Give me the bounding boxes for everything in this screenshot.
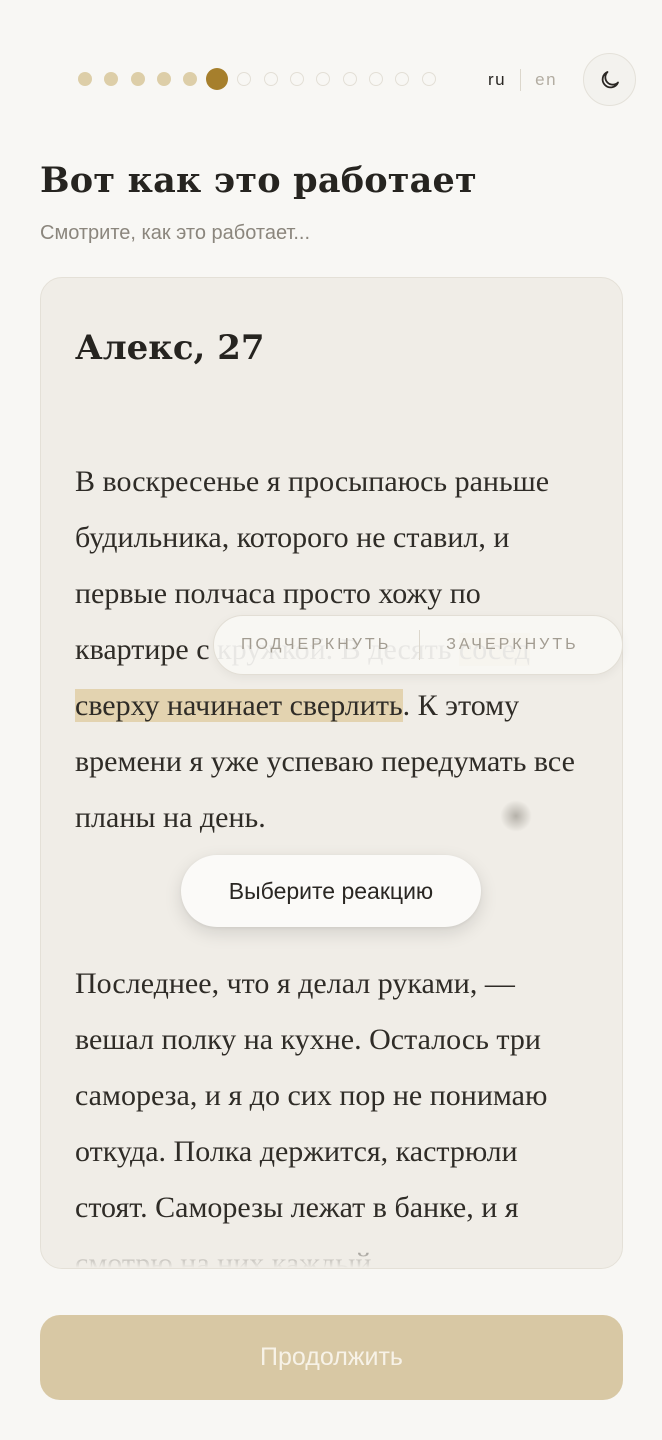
continue-button[interactable]: Продолжить bbox=[40, 1315, 623, 1400]
card-fade bbox=[41, 1228, 622, 1268]
progress-dot bbox=[78, 72, 92, 86]
strikethrough-button[interactable]: ЗАЧЕРКНУТЬ bbox=[446, 636, 578, 654]
progress-dots bbox=[78, 68, 448, 90]
progress-dot-current bbox=[206, 68, 229, 90]
underline-button[interactable]: ПОДЧЕРКНУТЬ bbox=[241, 636, 391, 654]
top-bar: ru en bbox=[0, 52, 662, 106]
story-author: Алекс, 27 bbox=[75, 328, 265, 368]
moon-icon bbox=[601, 70, 619, 88]
selection-toolbar: ПОДЧЕРКНУТЬ ЗАЧЕРКНУТЬ bbox=[213, 615, 623, 675]
progress-dot bbox=[130, 72, 145, 86]
progress-dot bbox=[342, 72, 357, 86]
story-paragraph[interactable]: Последнее, что я делал руками, — вешал п… bbox=[75, 956, 595, 1268]
progress-dot bbox=[368, 72, 383, 86]
story-card: Алекс, 27 В воскресенье я просыпаюсь ран… bbox=[40, 277, 623, 1269]
progress-dot bbox=[156, 72, 171, 86]
progress-dot bbox=[316, 72, 331, 86]
theme-toggle-button[interactable] bbox=[583, 53, 636, 106]
lang-ru[interactable]: ru bbox=[488, 70, 506, 90]
progress-dot bbox=[104, 72, 119, 86]
touch-indicator bbox=[500, 800, 532, 832]
progress-dot bbox=[421, 72, 436, 86]
progress-dot bbox=[183, 72, 198, 86]
lang-en[interactable]: en bbox=[535, 70, 557, 90]
page-subtitle: Смотрите, как это работает... bbox=[40, 222, 311, 244]
progress-dot bbox=[395, 72, 410, 86]
language-switcher: ru en bbox=[488, 69, 557, 91]
toolbar-divider bbox=[419, 630, 421, 660]
lang-divider bbox=[520, 69, 522, 91]
page-title: Вот как это работает bbox=[40, 160, 477, 201]
progress-dot bbox=[263, 72, 278, 86]
reaction-prompt[interactable]: Выберите реакцию bbox=[181, 855, 481, 927]
progress-dot bbox=[237, 72, 252, 86]
progress-dot bbox=[290, 72, 305, 86]
